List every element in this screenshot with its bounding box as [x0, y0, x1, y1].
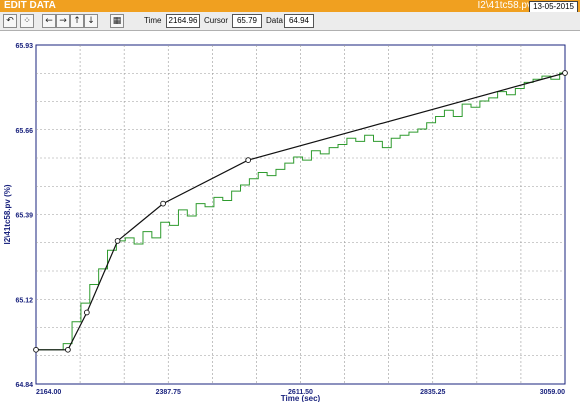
arrow-left-icon[interactable]: ← — [42, 14, 56, 28]
window-title: EDIT DATA — [4, 0, 56, 11]
chart[interactable]: 2164.00 2387.75 2611.50 2835.25 3059.00 65.9… — [0, 31, 580, 402]
data-point-marker[interactable] — [562, 70, 568, 76]
time-label: Time — [144, 16, 162, 25]
grid-icon[interactable]: ▦ — [110, 14, 124, 28]
title-bar: EDIT DATA I2\41tc58.pv 13-05-2015 — [0, 0, 580, 13]
scatter-icon[interactable]: ⁘ — [20, 14, 34, 28]
data-point-marker[interactable] — [160, 200, 166, 207]
data-label: Data — [266, 16, 283, 25]
y-axis-ticks: 65.93 65.66 65.39 65.12 64.84 — [15, 43, 33, 389]
cursor-label: Cursor — [204, 16, 229, 25]
file-name: I2\41tc58.pv — [477, 0, 532, 11]
x-tick-label: 3059.00 — [540, 389, 565, 396]
x-tick-label: 2387.75 — [156, 389, 181, 396]
undo-icon[interactable]: ↶ — [3, 14, 17, 28]
toolbar: ↶ ⁘ ← → ↑ ↓ ▦ Time 2164.96 Cursor 65.79 … — [0, 12, 580, 31]
data-point-marker[interactable] — [83, 309, 90, 316]
data-field[interactable]: 64.94 — [284, 14, 314, 28]
x-tick-label: 2835.25 — [420, 389, 445, 396]
x-tick-label: 2164.00 — [36, 389, 61, 396]
arrow-down-icon[interactable]: ↓ — [84, 14, 98, 28]
arrow-right-icon[interactable]: → — [56, 14, 70, 28]
data-point-marker[interactable] — [33, 346, 39, 353]
data-point-marker[interactable] — [65, 346, 71, 353]
cursor-field[interactable]: 65.79 — [232, 14, 262, 28]
y-tick-label: 65.12 — [15, 297, 33, 304]
arrow-up-icon[interactable]: ↑ — [70, 14, 84, 28]
y-tick-label: 65.39 — [15, 213, 33, 220]
y-tick-label: 64.84 — [15, 382, 33, 389]
y-axis-title: I2\41tc58.pv (%) — [3, 184, 12, 244]
time-field[interactable]: 2164.96 — [166, 14, 200, 28]
data-point-marker[interactable] — [245, 157, 252, 163]
y-tick-label: 65.66 — [15, 128, 33, 135]
data-point-marker[interactable] — [114, 238, 121, 244]
y-tick-label: 65.93 — [15, 43, 33, 50]
x-axis-title: Time (sec) — [281, 394, 321, 402]
